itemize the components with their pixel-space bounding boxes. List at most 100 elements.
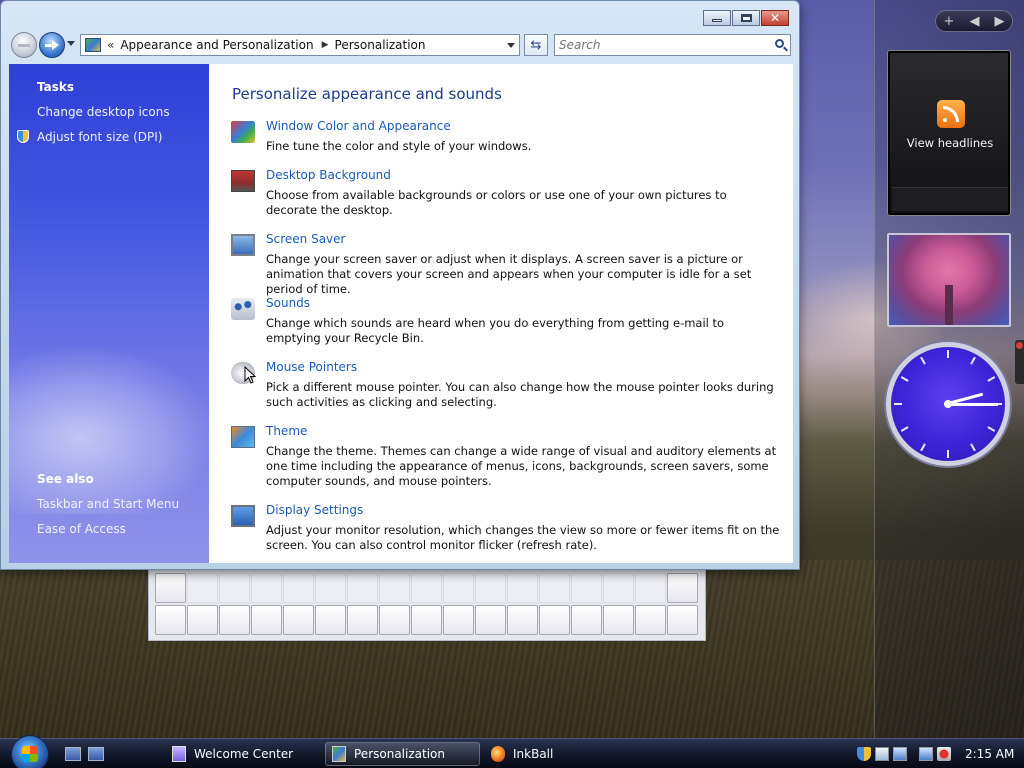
address-overflow-chevron[interactable]: « bbox=[107, 38, 114, 52]
security-shield-icon[interactable] bbox=[857, 747, 871, 761]
window-color-icon[interactable] bbox=[231, 121, 255, 143]
keyboard-key[interactable] bbox=[507, 605, 538, 635]
network-icon[interactable] bbox=[893, 747, 907, 761]
keyboard-key[interactable] bbox=[443, 573, 474, 603]
keyboard-key[interactable] bbox=[411, 573, 442, 603]
sounds-icon[interactable] bbox=[231, 298, 255, 320]
mouse-pointers-link[interactable]: Mouse Pointers bbox=[266, 360, 357, 374]
keyboard-row-top bbox=[155, 573, 698, 603]
view-headlines-label[interactable]: View headlines bbox=[888, 136, 1012, 150]
theme-link[interactable]: Theme bbox=[266, 424, 307, 438]
windows-defender-icon[interactable] bbox=[875, 747, 889, 761]
taskbar-clock[interactable]: 2:15 AM bbox=[965, 747, 1014, 761]
minimize-button[interactable] bbox=[703, 10, 731, 26]
close-button[interactable]: ✕ bbox=[761, 10, 789, 26]
keyboard-key[interactable] bbox=[283, 573, 314, 603]
keyboard-key[interactable] bbox=[539, 605, 570, 635]
screen-saver-icon[interactable] bbox=[231, 234, 255, 256]
keyboard-key[interactable] bbox=[251, 573, 282, 603]
breadcrumb-separator-icon[interactable]: ▶ bbox=[322, 40, 329, 50]
desktop-background-link[interactable]: Desktop Background bbox=[266, 168, 391, 182]
keyboard-key[interactable] bbox=[219, 573, 250, 603]
keyboard-key[interactable] bbox=[347, 573, 378, 603]
keyboard-key[interactable] bbox=[603, 605, 634, 635]
sounds-link[interactable]: Sounds bbox=[266, 296, 310, 310]
clock-gadget[interactable] bbox=[886, 342, 1010, 466]
keyboard-key[interactable] bbox=[155, 573, 186, 603]
inkball-icon bbox=[491, 746, 505, 762]
desktop-background-icon[interactable] bbox=[231, 170, 255, 192]
taskbar-and-start-menu-link[interactable]: Taskbar and Start Menu bbox=[37, 497, 179, 511]
clock-tick bbox=[970, 443, 976, 452]
display-settings-icon[interactable] bbox=[231, 505, 255, 527]
back-button[interactable] bbox=[11, 32, 37, 58]
start-button[interactable] bbox=[11, 735, 49, 768]
keyboard-key[interactable] bbox=[187, 573, 218, 603]
keyboard-key[interactable] bbox=[187, 605, 218, 635]
clock-minute-hand bbox=[948, 403, 998, 406]
search-box[interactable] bbox=[554, 34, 791, 56]
taskbar-button-welcome-center[interactable]: Welcome Center bbox=[166, 742, 318, 766]
keyboard-key[interactable] bbox=[475, 573, 506, 603]
ease-of-access-link[interactable]: Ease of Access bbox=[37, 522, 126, 536]
theme-icon[interactable] bbox=[231, 426, 255, 448]
keyboard-key[interactable] bbox=[155, 605, 186, 635]
slideshow-gadget[interactable] bbox=[887, 233, 1011, 327]
clock-tick bbox=[947, 350, 949, 358]
maximize-button[interactable] bbox=[732, 10, 760, 26]
keyboard-key[interactable] bbox=[443, 605, 474, 635]
clock-center bbox=[944, 400, 952, 408]
recent-pages-dropdown-icon[interactable] bbox=[67, 41, 75, 46]
add-gadget-button[interactable]: + bbox=[944, 14, 955, 29]
volume-muted-icon[interactable] bbox=[937, 747, 951, 761]
search-icon[interactable] bbox=[775, 39, 784, 48]
display-settings-link[interactable]: Display Settings bbox=[266, 503, 363, 517]
close-gadget-icon[interactable] bbox=[1016, 342, 1023, 349]
input-panel-keyboard bbox=[148, 568, 706, 641]
adjust-font-size-link[interactable]: Adjust font size (DPI) bbox=[37, 130, 162, 144]
windows-logo-icon bbox=[22, 746, 38, 762]
next-gadget-page-button[interactable]: ▶ bbox=[994, 14, 1004, 29]
keyboard-key[interactable] bbox=[475, 605, 506, 635]
show-desktop-icon[interactable] bbox=[65, 747, 81, 761]
keyboard-key[interactable] bbox=[379, 605, 410, 635]
keyboard-key[interactable] bbox=[411, 605, 442, 635]
breadcrumb-personalization[interactable]: Personalization bbox=[335, 38, 426, 52]
keyboard-key[interactable] bbox=[667, 605, 698, 635]
keyboard-key[interactable] bbox=[635, 605, 666, 635]
taskbar-button-inkball[interactable]: InkBall bbox=[485, 742, 637, 766]
address-dropdown-icon[interactable] bbox=[507, 43, 515, 48]
address-bar[interactable]: « Appearance and Personalization ▶ Perso… bbox=[80, 34, 520, 56]
keyboard-key[interactable] bbox=[571, 573, 602, 603]
keyboard-key[interactable] bbox=[251, 605, 282, 635]
keyboard-key[interactable] bbox=[219, 605, 250, 635]
change-desktop-icons-link[interactable]: Change desktop icons bbox=[37, 105, 170, 119]
taskbar-button-personalization[interactable]: Personalization bbox=[325, 742, 480, 766]
window-color-and-appearance-link[interactable]: Window Color and Appearance bbox=[266, 119, 451, 133]
keyboard-key[interactable] bbox=[315, 605, 346, 635]
mouse-cursor-icon bbox=[244, 366, 256, 384]
switch-windows-icon[interactable] bbox=[88, 747, 104, 761]
refresh-button[interactable]: ⇆ bbox=[524, 34, 548, 56]
previous-gadget-page-button[interactable]: ◀ bbox=[969, 14, 979, 29]
keyboard-key[interactable] bbox=[571, 605, 602, 635]
task-pane: Tasks Change desktop icons Adjust font s… bbox=[9, 64, 209, 563]
gadget-drag-handle[interactable] bbox=[1015, 340, 1024, 384]
keyboard-key[interactable] bbox=[507, 573, 538, 603]
keyboard-key[interactable] bbox=[315, 573, 346, 603]
keyboard-key[interactable] bbox=[283, 605, 314, 635]
feed-headlines-gadget[interactable]: View headlines bbox=[887, 50, 1011, 216]
screen-saver-link[interactable]: Screen Saver bbox=[266, 232, 345, 246]
keyboard-key[interactable] bbox=[347, 605, 378, 635]
clock-tick bbox=[920, 443, 926, 452]
keyboard-key[interactable] bbox=[379, 573, 410, 603]
search-input[interactable] bbox=[559, 37, 759, 53]
keyboard-key[interactable] bbox=[667, 573, 698, 603]
breadcrumb-appearance-and-personalization[interactable]: Appearance and Personalization bbox=[120, 38, 313, 52]
forward-button[interactable] bbox=[39, 32, 65, 58]
close-icon: ✕ bbox=[769, 11, 781, 25]
keyboard-key[interactable] bbox=[635, 573, 666, 603]
network-disconnected-icon[interactable] bbox=[919, 747, 933, 761]
keyboard-key[interactable] bbox=[603, 573, 634, 603]
keyboard-key[interactable] bbox=[539, 573, 570, 603]
